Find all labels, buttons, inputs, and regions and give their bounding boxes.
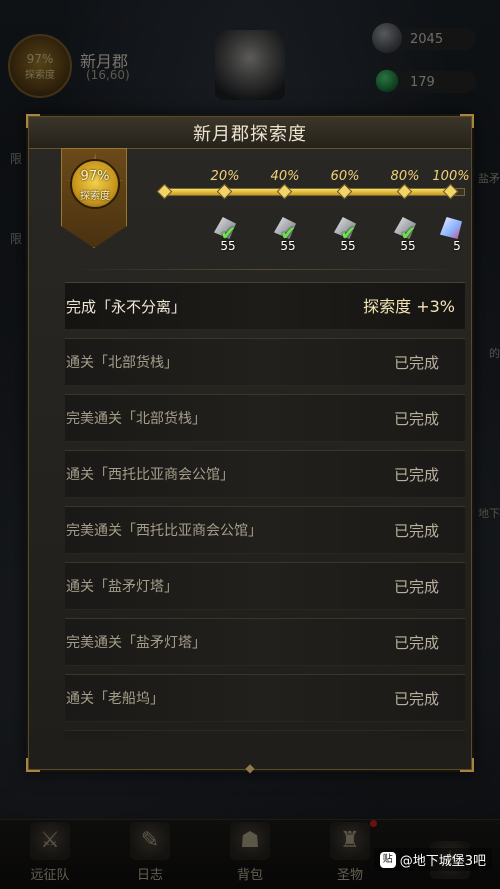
reward-count: 5 [453,239,461,253]
exploration-percent: 97% [80,169,110,184]
task-row[interactable]: 完美通关「盐矛灯塔」 已完成 [65,618,465,666]
corner-ornament [26,758,40,772]
crystal-reward-icon [440,217,462,239]
task-name: 通关「老船坞」 [66,691,164,707]
panel-title: 新月郡探索度 [193,123,307,145]
task-status: 已完成 [393,634,439,652]
corner-ornament [460,758,474,772]
task-status: 已完成 [393,354,439,372]
task-row[interactable]: 通关「北部货栈」 已完成 [65,338,465,386]
task-status: 已完成 [393,522,439,540]
reward-count: 55 [280,239,296,253]
exploration-label: 探索度 [80,191,110,202]
task-name: 完美通关「北部货栈」 [66,411,206,427]
chevron-down-icon: ◆ [245,761,255,775]
task-status: 探索度 +3% [363,297,455,316]
task-list[interactable]: 完成「永不分离」 探索度 +3% 通关「北部货栈」 已完成 完美通关「北部货栈」 已完成通… [65,282,465,744]
milestone-diamond-icon [336,183,353,200]
milestone-label: 40% [270,169,300,184]
task-name: 通关「西托比亚商会公馆」 [66,467,234,483]
watermark: 贴 @地下城堡3吧 [373,848,492,871]
milestone-diamond-icon [276,183,293,200]
reward-count: 55 [400,239,416,253]
tieba-logo-icon: 贴 [379,851,396,868]
divider [65,269,465,270]
reward-count: 55 [340,239,356,253]
task-name: 完美通关「西托比亚商会公馆」 [66,523,262,539]
task-row[interactable]: 完美通关「北部货栈」 已完成 [65,394,465,442]
exploration-panel: 新月郡探索度 ✦ 97% 探索度 20%✔5540%✔5560%✔5580%✔5… [26,114,474,775]
task-status: 已完成 [393,410,439,428]
task-row[interactable]: 完美通关「西托比亚商会公馆」 已完成 [65,506,465,554]
milestone-diamond-icon [216,183,233,200]
task-row[interactable]: 通关「西托比亚商会公馆」 已完成 [65,450,465,498]
milestone-label: 80% [390,169,420,184]
milestone-diamond-icon [442,183,459,200]
exploration-progress-bar [165,188,465,196]
task-name: 完美通关「盐矛灯塔」 [66,635,206,651]
task-row[interactable]: 通关「老船坞」 已完成 [65,674,465,722]
progress-start-diamond-icon [156,183,173,200]
task-row[interactable]: 通关「盐矛灯塔」 已完成 [65,562,465,610]
watermark-text: @地下城堡3吧 [399,854,486,869]
list-fade [65,717,465,747]
task-status: 已完成 [393,466,439,484]
task-name: 通关「盐矛灯塔」 [66,579,178,595]
milestone-diamond-icon [396,183,413,200]
task-status: 已完成 [393,690,439,708]
milestone-label: 20% [210,169,240,184]
task-status: 已完成 [393,578,439,596]
task-name: 通关「北部货栈」 [66,355,178,371]
milestone-label: 60% [330,169,360,184]
task-row[interactable]: 完成「永不分离」 探索度 +3% [65,282,465,330]
milestone-label: 100% [432,169,470,184]
reward-count: 55 [220,239,236,253]
task-name: 完成「永不分离」 [66,298,187,316]
